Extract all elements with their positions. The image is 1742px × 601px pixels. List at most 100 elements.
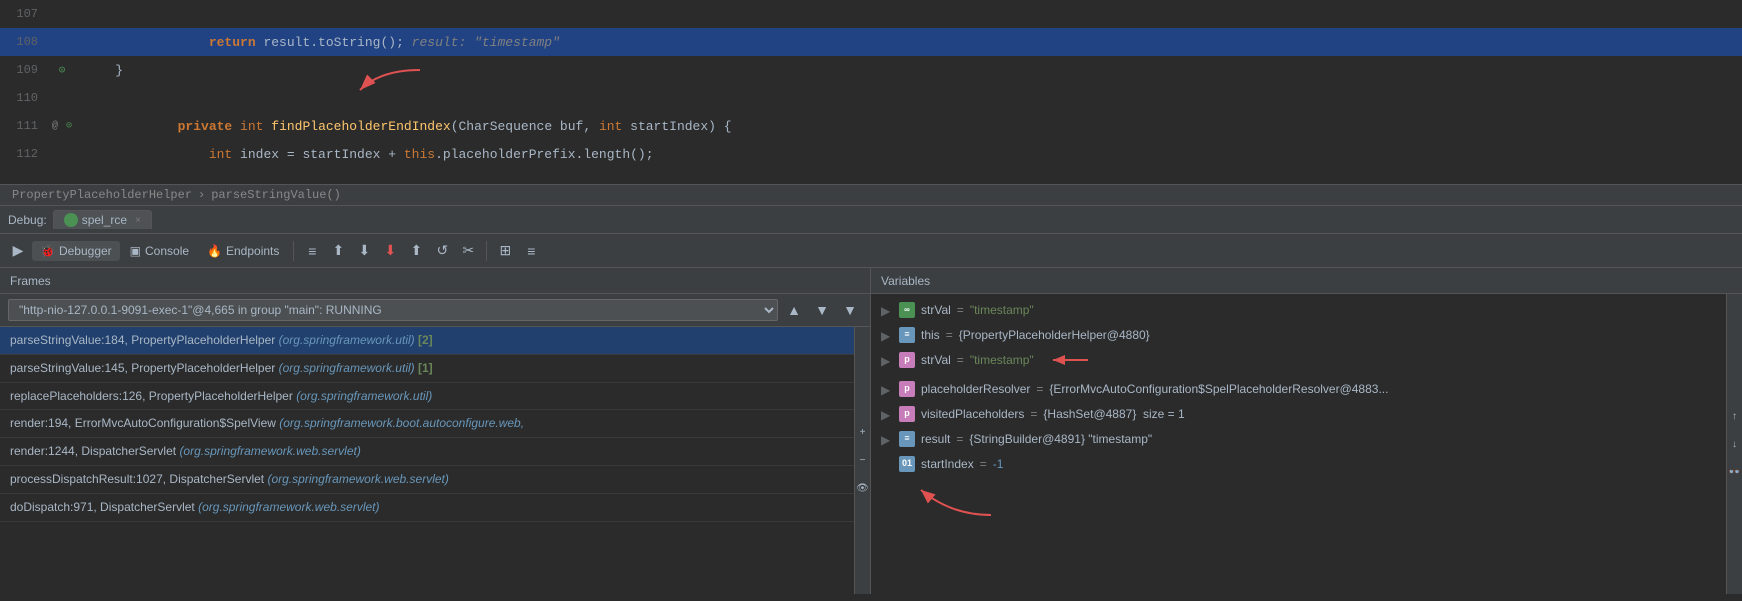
frames-scroll-eye[interactable]: 👁 (851, 477, 871, 501)
frames-scroll-up[interactable]: + (851, 421, 871, 445)
var-scroll-up[interactable]: ↑ (1723, 404, 1742, 428)
code-content-108: return result.toString(); result: "times… (74, 20, 1742, 65)
frame-class-2: (org.springframework.util) (296, 389, 432, 403)
var-item-this[interactable]: ▶ ≡ this = {PropertyPlaceholderHelper@48… (871, 323, 1726, 348)
breadcrumb: PropertyPlaceholderHelper › parseStringV… (0, 185, 1742, 206)
var-val-3: {ErrorMvcAutoConfiguration$SpelPlacehold… (1049, 380, 1388, 398)
var-glasses[interactable]: 👓 (1723, 460, 1742, 484)
var-val-2: "timestamp" (970, 351, 1034, 369)
frame-class-0: (org.springframework.util) (279, 333, 415, 347)
frame-item-4[interactable]: render:1244, DispatcherServlet (org.spri… (0, 438, 854, 466)
show-frames-btn[interactable]: ≡ (300, 239, 324, 263)
frame-num-1: [1] (418, 361, 433, 375)
frame-item-1[interactable]: parseStringValue:145, PropertyPlaceholde… (0, 355, 854, 383)
frames-panel-header: Frames (0, 268, 870, 294)
variables-label: Variables (881, 274, 930, 288)
debug-toolbar: ▶ 🐞 Debugger ▣ Console 🔥 Endpoints ≡ ⬆ ⬇… (0, 234, 1742, 268)
console-tab-btn[interactable]: ▣ Console (122, 241, 197, 261)
frame-up-btn[interactable]: ▲ (782, 298, 806, 322)
frames-label: Frames (10, 274, 51, 288)
var-eq-3: = (1036, 380, 1043, 398)
var-toggle-5: ▶ (881, 431, 893, 449)
frame-class-6: (org.springframework.web.servlet) (198, 500, 379, 514)
line-number-109: 109 (0, 63, 50, 77)
code-line-108[interactable]: 108 return result.toString(); result: "t… (0, 28, 1742, 56)
var-item-start-index[interactable]: 01 startIndex = -1 (871, 452, 1726, 476)
frame-down-btn[interactable]: ▼ (810, 298, 834, 322)
ide-window: 107 108 return result.toString(); result… (0, 0, 1742, 594)
code-content-112: int index = startIndex + this.placeholde… (74, 132, 1742, 177)
var-item-result[interactable]: ▶ ≡ result = {StringBuilder@4891} "times… (871, 427, 1726, 452)
var-eq-2: = (957, 351, 964, 369)
var-name-1: this (921, 326, 940, 344)
frames-list: parseStringValue:184, PropertyPlaceholde… (0, 327, 854, 594)
variables-panel-header: Variables (871, 268, 1742, 294)
console-icon: ▣ (130, 244, 141, 258)
step-out-btn[interactable]: ⬆ (326, 239, 350, 263)
reset-btn[interactable]: ↺ (430, 239, 454, 263)
debug-tab-spel-rce[interactable]: spel_rce × (53, 210, 152, 229)
endpoints-tab-btn[interactable]: 🔥 Endpoints (199, 241, 287, 261)
frame-item-2[interactable]: replacePlaceholders:126, PropertyPlaceho… (0, 383, 854, 411)
var-name-3: placeholderResolver (921, 380, 1030, 398)
var-icon-2: p (899, 352, 915, 368)
var-icon-4: p (899, 406, 915, 422)
line-number-110: 110 (0, 91, 50, 105)
var-eq-1: = (946, 326, 953, 344)
breadcrumb-sep: › (198, 188, 205, 202)
memory-btn[interactable]: ≡ (519, 239, 543, 263)
frame-item-3[interactable]: render:194, ErrorMvcAutoConfiguration$Sp… (0, 410, 854, 438)
var-val-1: {PropertyPlaceholderHelper@4880} (959, 326, 1150, 344)
endpoints-label: Endpoints (226, 244, 279, 258)
frame-item-6[interactable]: doDispatch:971, DispatcherServlet (org.s… (0, 494, 854, 522)
arrow-startindex-area (871, 476, 1726, 528)
code-editor: 107 108 return result.toString(); result… (0, 0, 1742, 185)
frame-method-1: parseStringValue:145, PropertyPlaceholde… (10, 361, 275, 375)
var-icon-0: ∞ (899, 302, 915, 318)
var-item-visited-placeholders[interactable]: ▶ p visitedPlaceholders = {HashSet@4887}… (871, 402, 1726, 427)
var-item-placeholder-resolver[interactable]: ▶ p placeholderResolver = {ErrorMvcAutoC… (871, 377, 1726, 402)
evaluate-btn[interactable]: ✂ (456, 239, 480, 263)
frames-scroll-minus[interactable]: − (851, 449, 871, 473)
variables-list: ▶ ∞ strVal = "timestamp" ▶ ≡ this = {Pro… (871, 294, 1726, 594)
var-name-0: strVal (921, 301, 951, 319)
frame-item-5[interactable]: processDispatchResult:1027, DispatcherSe… (0, 466, 854, 494)
step-into-btn[interactable]: ⬇ (352, 239, 376, 263)
breadcrumb-method: parseStringValue() (211, 188, 341, 202)
arrow-strval (1048, 351, 1098, 374)
var-val-0: "timestamp" (970, 301, 1034, 319)
var-val-5: {StringBuilder@4891} "timestamp" (969, 430, 1152, 448)
endpoints-icon: 🔥 (207, 244, 222, 258)
var-name-5: result (921, 430, 950, 448)
var-name-2: strVal (921, 351, 951, 369)
code-content-109: } (74, 63, 1742, 78)
frame-item-0[interactable]: parseStringValue:184, PropertyPlaceholde… (0, 327, 854, 355)
frame-class-1: (org.springframework.util) (279, 361, 415, 375)
resume-button[interactable]: ▶ (6, 239, 30, 263)
frame-filter-btn[interactable]: ▼ (838, 298, 862, 322)
thread-select[interactable]: "http-nio-127.0.0.1-9091-exec-1"@4,665 i… (8, 299, 778, 321)
frames-scrollbar: + − 👁 (854, 327, 870, 594)
step-over-btn[interactable]: ⬇ (378, 239, 402, 263)
variables-panel: Variables ▶ ∞ strVal = "timestamp" ▶ (871, 268, 1742, 594)
gutter-109: ⊙ (50, 63, 74, 77)
frame-method-4: render:1244, DispatcherServlet (10, 444, 176, 458)
debug-tab-close[interactable]: × (135, 215, 141, 226)
step-up-btn[interactable]: ⬆ (404, 239, 428, 263)
var-toggle-3: ▶ (881, 381, 893, 399)
var-val-6: -1 (993, 455, 1004, 473)
var-item-strval-p[interactable]: ▶ p strVal = "timestamp" (871, 348, 1726, 377)
var-scroll-down[interactable]: ↓ (1723, 432, 1742, 456)
toolbar-separator-2 (486, 241, 487, 261)
var-item-strval-oo[interactable]: ▶ ∞ strVal = "timestamp" (871, 298, 1726, 323)
variables-list-container: ▶ ∞ strVal = "timestamp" ▶ ≡ this = {Pro… (871, 294, 1742, 594)
line-number-108: 108 (0, 35, 50, 49)
gutter-111: @ ⊙ (50, 120, 74, 132)
watches-btn[interactable]: ⊞ (493, 239, 517, 263)
var-eq-4: = (1030, 405, 1037, 423)
variables-scrollbar: ↑ ↓ 👓 (1726, 294, 1742, 594)
frames-panel: Frames "http-nio-127.0.0.1-9091-exec-1"@… (0, 268, 871, 594)
debug-header: Debug: spel_rce × (0, 206, 1742, 234)
frame-class-5: (org.springframework.web.servlet) (267, 472, 448, 486)
debugger-tab-btn[interactable]: 🐞 Debugger (32, 241, 120, 261)
